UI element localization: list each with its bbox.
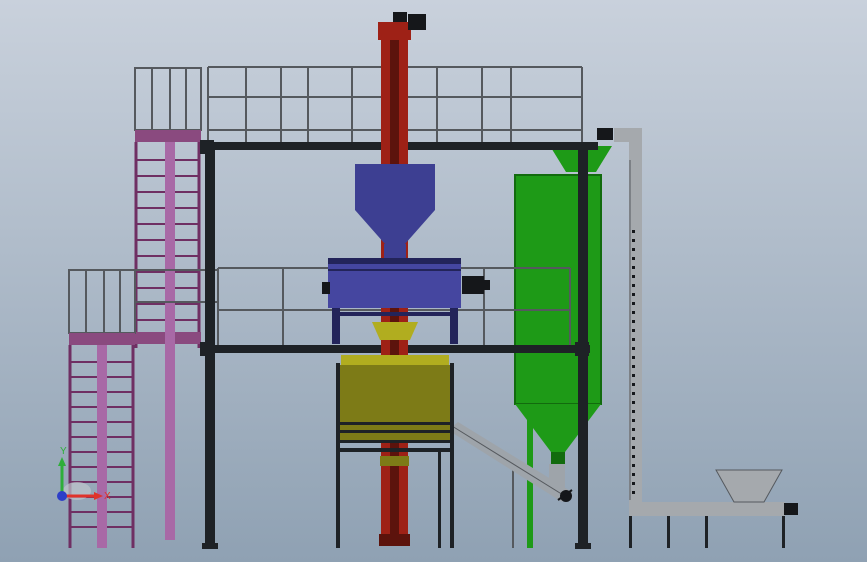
chain-link xyxy=(632,473,635,476)
chain-link xyxy=(632,284,635,287)
chain-link xyxy=(632,455,635,458)
chain-link xyxy=(632,410,635,413)
chain-link xyxy=(632,392,635,395)
mixer-motor xyxy=(462,276,484,294)
tall-tower-platform xyxy=(135,130,201,142)
chain-link xyxy=(632,347,635,350)
z-conveyor-vertical xyxy=(629,142,642,506)
chain-link xyxy=(632,302,635,305)
chain-link xyxy=(632,365,635,368)
z-conveyor-motor xyxy=(597,128,613,140)
chain-link xyxy=(632,437,635,440)
chain-link xyxy=(632,311,635,314)
chain-link xyxy=(632,275,635,278)
tall-tower-post xyxy=(165,142,175,540)
chain-link xyxy=(632,320,635,323)
z-conveyor-horizontal xyxy=(629,502,785,516)
chain-link xyxy=(632,338,635,341)
chain-link xyxy=(632,374,635,377)
chain-link xyxy=(632,239,635,242)
triad-y-label: Y xyxy=(60,446,67,457)
chain-link xyxy=(632,329,635,332)
silo-body xyxy=(515,175,601,404)
chain-link xyxy=(632,419,635,422)
chain-link xyxy=(632,293,635,296)
chain-link xyxy=(632,401,635,404)
elevator-drive-motor xyxy=(408,14,426,30)
short-tower-post xyxy=(97,345,107,548)
chain-link xyxy=(632,383,635,386)
chain-link xyxy=(632,491,635,494)
chain-link xyxy=(632,464,635,467)
chain-link xyxy=(632,266,635,269)
chain-link xyxy=(632,248,635,251)
chain-link xyxy=(632,257,635,260)
chain-link xyxy=(632,230,635,233)
chain-link xyxy=(632,482,635,485)
chain-link xyxy=(632,446,635,449)
mixer-body xyxy=(328,258,461,308)
triad-x-label: X xyxy=(104,491,111,502)
short-tower-platform xyxy=(69,333,135,345)
chain-link xyxy=(632,356,635,359)
cad-viewport[interactable]: Y X xyxy=(0,0,867,562)
chain-link xyxy=(632,428,635,431)
